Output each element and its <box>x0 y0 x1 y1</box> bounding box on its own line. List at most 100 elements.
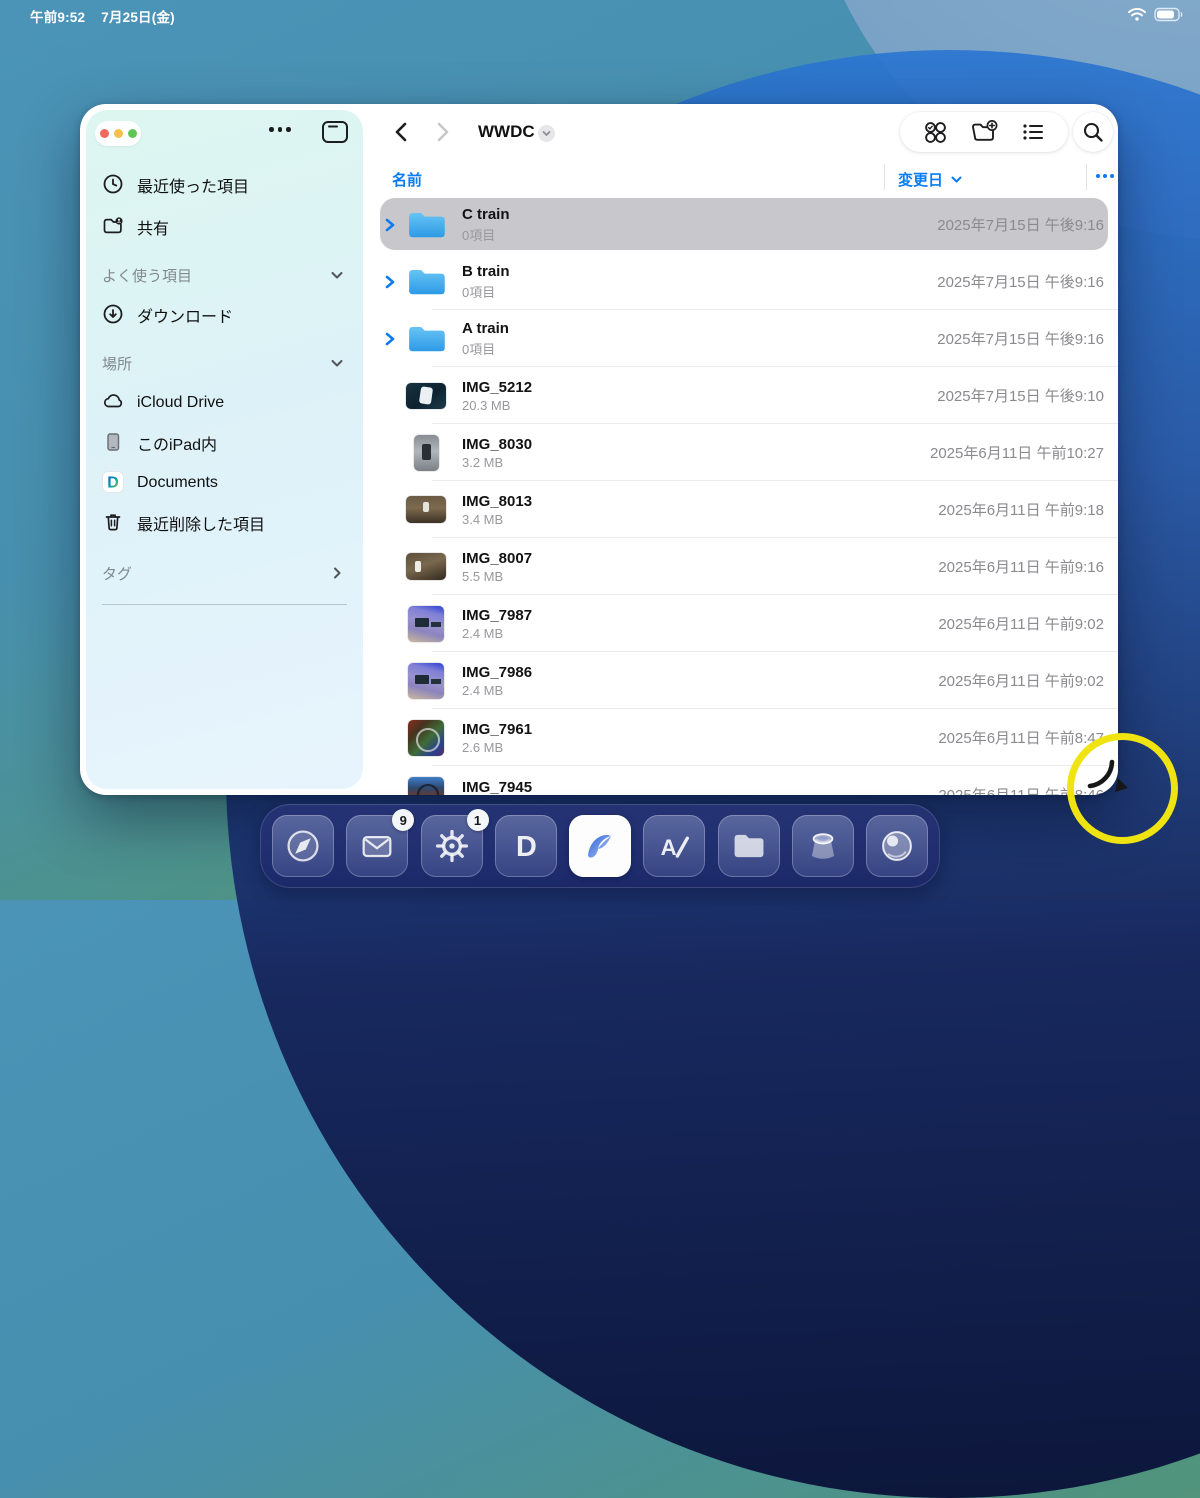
file-row-img-8013[interactable]: IMG_8013 3.4 MB 2025年6月11日 午前9:18 <box>370 481 1118 538</box>
chevron-down-icon <box>329 355 345 371</box>
sidebar-item-shared[interactable]: 共有 <box>86 204 363 248</box>
sidebar-item-recents[interactable]: 最近使った項目 <box>86 164 363 204</box>
file-size: 2.6 MB <box>462 740 938 755</box>
dock: 9 1 D A <box>260 804 940 888</box>
file-name: IMG_7987 <box>462 607 938 624</box>
chevron-right-icon <box>329 565 345 581</box>
toolbar-button-group <box>900 112 1068 152</box>
file-date: 2025年7月15日 午後9:10 <box>937 385 1118 406</box>
sidebar-label: 最近削除した項目 <box>137 510 265 535</box>
swoosh-app-icon <box>578 824 622 868</box>
window-layout-icon[interactable] <box>320 119 350 145</box>
sidebar-section-favorites[interactable]: よく使う項目 <box>86 256 363 294</box>
disclosure-chevron-icon[interactable] <box>378 330 402 348</box>
file-browser: WWDC <box>370 104 1118 795</box>
file-size: 2.4 MB <box>462 626 938 641</box>
folder-menu-button[interactable] <box>538 125 555 142</box>
sidebar-label: Documents <box>137 473 218 492</box>
file-size: 2.4 MB <box>462 683 938 698</box>
dock-app-loupe[interactable] <box>792 815 854 877</box>
search-icon <box>1081 120 1105 144</box>
status-time: 午前9:52 <box>30 6 85 26</box>
dock-app-pages[interactable]: A <box>643 815 705 877</box>
sidebar-divider <box>102 604 347 605</box>
file-date: 2025年6月11日 午前9:16 <box>938 556 1118 577</box>
sidebar-label: このiPad内 <box>137 430 217 455</box>
sidebar-more-icon[interactable] <box>269 127 291 132</box>
svg-text:D: D <box>107 475 119 492</box>
dock-app-settings[interactable]: 1 <box>421 815 483 877</box>
column-name[interactable]: 名前 <box>392 169 422 190</box>
file-row-img-8030[interactable]: IMG_8030 3.2 MB 2025年6月11日 午前10:27 <box>370 424 1118 481</box>
file-row-img-7961[interactable]: IMG_7961 2.6 MB 2025年6月11日 午前8:47 <box>370 709 1118 766</box>
file-size: 3.4 MB <box>462 512 938 527</box>
file-row-c-train[interactable]: C train 0項目 2025年7月15日 午後9:16 <box>370 196 1118 253</box>
lens-orb-icon <box>877 826 917 866</box>
documents-icon: D <box>506 826 546 866</box>
gear-icon <box>432 826 472 866</box>
sidebar-item-documents-app[interactable]: D Documents <box>86 462 363 502</box>
file-meta: 0項目 <box>462 225 937 244</box>
annotation-highlight-circle <box>1067 733 1178 844</box>
dock-app-mail[interactable]: 9 <box>346 815 408 877</box>
photo-thumbnail <box>406 383 446 409</box>
search-button[interactable] <box>1073 112 1113 152</box>
sidebar-item-this-ipad[interactable]: このiPad内 <box>86 422 363 462</box>
sidebar-section-locations[interactable]: 場所 <box>86 344 363 382</box>
dock-app-safari[interactable] <box>272 815 334 877</box>
dock-app-lens[interactable] <box>866 815 928 877</box>
close-button[interactable] <box>100 129 109 138</box>
sidebar-label: 最近使った項目 <box>137 172 249 197</box>
folder-icon <box>729 826 769 866</box>
file-row-a-train[interactable]: A train 0項目 2025年7月15日 午後9:16 <box>370 310 1118 367</box>
file-row-img-7987[interactable]: IMG_7987 2.4 MB 2025年6月11日 午前9:02 <box>370 595 1118 652</box>
sidebar-item-downloads[interactable]: ダウンロード <box>86 294 363 334</box>
disclosure-chevron-icon[interactable] <box>378 216 402 234</box>
file-row-img-5212[interactable]: IMG_5212 20.3 MB 2025年7月15日 午後9:10 <box>370 367 1118 424</box>
file-meta: 0項目 <box>462 339 937 358</box>
zoom-button[interactable] <box>128 129 137 138</box>
battery-icon <box>1154 7 1184 22</box>
column-divider <box>884 164 885 190</box>
file-row-img-8007[interactable]: IMG_8007 5.5 MB 2025年6月11日 午前9:16 <box>370 538 1118 595</box>
dock-app-files[interactable] <box>718 815 780 877</box>
column-options-icon[interactable] <box>1096 174 1114 178</box>
photo-thumbnail <box>414 435 439 471</box>
sidebar-item-recently-deleted[interactable]: 最近削除した項目 <box>86 502 363 542</box>
download-icon <box>101 302 125 326</box>
sidebar-label: iCloud Drive <box>137 393 224 412</box>
status-date: 7月25日(金) <box>101 6 175 26</box>
cloud-icon <box>101 390 125 414</box>
select-items-button[interactable] <box>920 117 950 147</box>
minimize-button[interactable] <box>114 129 123 138</box>
file-date: 2025年6月11日 午前9:18 <box>938 499 1118 520</box>
disclosure-chevron-icon[interactable] <box>378 273 402 291</box>
mail-icon <box>357 826 397 866</box>
file-row-img-7986[interactable]: IMG_7986 2.4 MB 2025年6月11日 午前9:02 <box>370 652 1118 709</box>
new-folder-button[interactable] <box>969 117 999 147</box>
forward-button[interactable] <box>428 118 456 146</box>
ipad-screen: { "status_bar": { "time": "午前9:52", "dat… <box>0 0 1200 900</box>
dock-app-swoosh[interactable] <box>569 815 631 877</box>
safari-icon <box>283 826 323 866</box>
folder-icon <box>402 210 450 240</box>
file-name: IMG_8013 <box>462 493 938 510</box>
photo-thumbnail <box>408 606 444 642</box>
chevron-down-icon <box>329 267 345 283</box>
file-row-img-7945[interactable]: IMG_7945 2025年6月11日 午前8:46 <box>370 766 1118 795</box>
file-date: 2025年7月15日 午後9:16 <box>937 271 1118 292</box>
file-name: IMG_7945 <box>462 779 938 796</box>
sidebar-section-tags[interactable]: タグ <box>86 554 363 592</box>
window-controls[interactable] <box>95 121 141 146</box>
sidebar-item-icloud[interactable]: iCloud Drive <box>86 382 363 422</box>
shared-folder-icon <box>101 214 125 238</box>
column-modified[interactable]: 変更日 <box>898 169 963 190</box>
loupe-3d-icon <box>803 826 843 866</box>
dock-app-documents[interactable]: D <box>495 815 557 877</box>
back-button[interactable] <box>388 118 416 146</box>
list-view-button[interactable] <box>1018 117 1048 147</box>
file-row-b-train[interactable]: B train 0項目 2025年7月15日 午後9:16 <box>370 253 1118 310</box>
current-folder-title[interactable]: WWDC <box>478 122 535 142</box>
file-name: IMG_5212 <box>462 379 937 396</box>
folder-icon <box>402 267 450 297</box>
